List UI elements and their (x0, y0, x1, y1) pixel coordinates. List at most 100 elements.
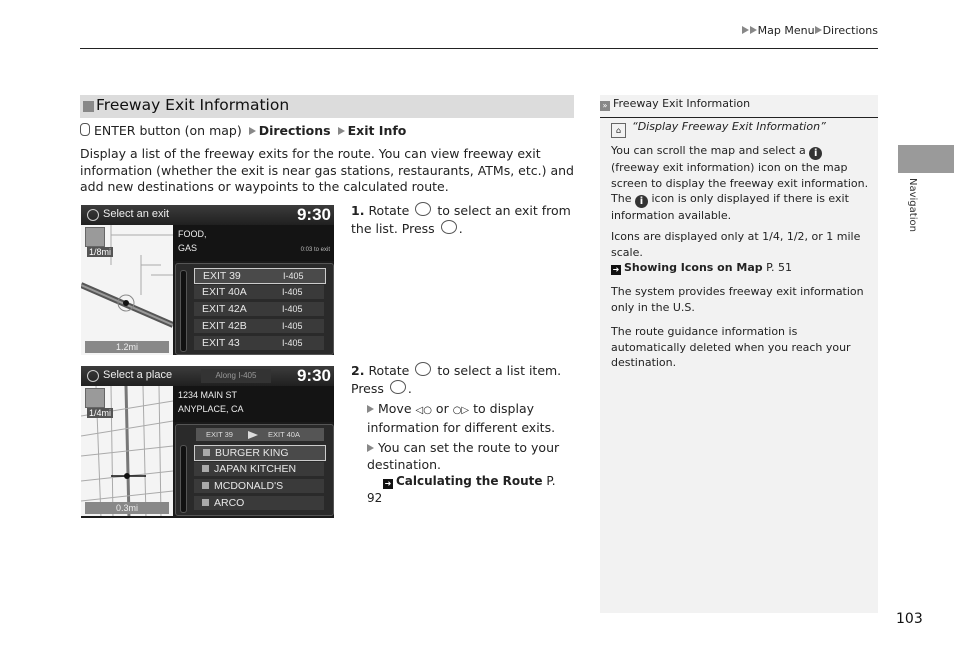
arrow-right-icon (248, 431, 258, 439)
step-text: . (407, 380, 412, 396)
exit-name: EXIT 43 (202, 337, 240, 349)
north-up-icon[interactable] (85, 227, 105, 247)
scrollbar[interactable] (180, 445, 187, 513)
reference-title: Calculating the Route (396, 474, 543, 488)
path-directions: Directions (258, 123, 331, 138)
screenshot-select-exit: Select an exit 9:30 1/8mi 1.2mi FOOD, GA… (81, 205, 334, 355)
arrow-icon (367, 405, 374, 413)
page-number: 103 (896, 611, 923, 627)
sidebar-title: Freeway Exit Information (613, 97, 751, 110)
exit-road: I-405 (282, 287, 303, 297)
interface-dial-rotate-icon (415, 362, 432, 376)
sidebar-notes: » Freeway Exit Information ⌂ “Display Free… (600, 95, 878, 613)
sidebar-paragraph: The route guidance information is automa… (611, 325, 851, 369)
para-text: You can scroll the map and select a (611, 144, 806, 157)
knob-icon (80, 123, 90, 136)
step-text: . (458, 220, 463, 236)
exit-name: EXIT 42A (202, 303, 247, 315)
place-row[interactable]: ARCO (194, 496, 324, 510)
info-line-1: 1234 MAIN ST (178, 390, 238, 400)
place-name: MCDONALD'S (214, 480, 284, 492)
exit-row[interactable]: EXIT 40A I-405 (194, 285, 324, 299)
north-up-icon[interactable] (85, 388, 105, 408)
exit-tabs: EXIT 39 EXIT 40A (196, 428, 324, 441)
intro-text: Display a list of the freeway exits for … (80, 146, 574, 194)
restaurant-icon (203, 449, 210, 456)
map-view: 1/4mi 0.3mi (81, 386, 173, 516)
place-name: JAPAN KITCHEN (214, 463, 297, 475)
sidebar-header: » Freeway Exit Information (600, 97, 878, 118)
tab-exit-from[interactable]: EXIT 39 (206, 428, 233, 441)
scrollbar[interactable] (180, 270, 187, 352)
sidebar-paragraph: You can scroll the map and select a i (f… (611, 143, 869, 224)
place-row[interactable]: MCDONALD'S (194, 479, 324, 493)
arrow-icon (248, 127, 256, 135)
clock: 9:30 (296, 366, 331, 385)
header-divider (80, 48, 878, 49)
exit-row[interactable]: EXIT 42B I-405 (194, 319, 324, 333)
place-info-panel: 1234 MAIN ST ANYPLACE, CA (173, 386, 334, 422)
reference-link[interactable]: ➜ Showing Icons on Map P. 51 (611, 261, 793, 275)
place-name: BURGER KING (215, 447, 289, 459)
section-square-icon (83, 101, 94, 112)
exit-row[interactable]: EXIT 43 I-405 (194, 336, 324, 350)
screen-title-bar: Select a place Along I-405 9:30 (81, 366, 334, 386)
info-icon: i (634, 195, 648, 208)
substep-move: Move ◁○ or ○▷ to display information for… (367, 401, 567, 436)
breadcrumb: Map Menu Directions (741, 24, 878, 37)
section-header: Freeway Exit Information (80, 95, 574, 118)
breadcrumb-directions[interactable]: Directions (823, 24, 878, 37)
reference-page: P. 51 (766, 261, 793, 274)
reference-link[interactable]: ➜ Calculating the Route P. 92 (367, 474, 556, 505)
restaurant-icon (202, 465, 209, 472)
section-title: Freeway Exit Information (96, 96, 290, 114)
step-1: 1. Rotate to select an exit from the lis… (351, 202, 571, 237)
exit-road: I-405 (283, 271, 304, 281)
substep-text: You can set the route to your destinatio… (367, 440, 560, 472)
exit-name: EXIT 42B (202, 320, 247, 332)
chapter-tab-label: Navigation (907, 178, 918, 232)
arrow-icon (814, 26, 822, 34)
step-number: 2. (351, 363, 365, 378)
exit-name: EXIT 39 (203, 270, 241, 282)
exit-row[interactable]: EXIT 39 I-405 (194, 268, 326, 284)
breadcrumb-map-menu[interactable]: Map Menu (758, 24, 815, 37)
dial-right-icon: ○▷ (452, 405, 470, 416)
exit-road: I-405 (282, 321, 303, 331)
exit-row[interactable]: EXIT 42A I-405 (194, 302, 324, 316)
map-footer-scale: 1.2mi (85, 341, 169, 353)
exit-info-panel: FOOD, GAS 0:03 to exit (173, 225, 334, 261)
exit-list: EXIT 39 I-405 EXIT 40A I-405 EXIT 42A I-405… (175, 263, 334, 355)
map-footer-scale: 0.3mi (85, 502, 169, 514)
step-text: Rotate (368, 203, 410, 218)
reference-title: Showing Icons on Map (624, 261, 763, 274)
map-scale: 1/4mi (87, 408, 114, 418)
screen-title-bar: Select an exit 9:30 (81, 205, 334, 225)
screen-title: Select an exit (103, 208, 170, 220)
sidebar-paragraph: Icons are displayed only at 1/4, 1/2, or… (611, 229, 869, 276)
tab-exit-to[interactable]: EXIT 40A (268, 428, 300, 441)
place-row[interactable]: JAPAN KITCHEN (194, 462, 324, 476)
gas-station-icon (202, 499, 209, 506)
step-number: 1. (351, 203, 365, 218)
place-list: EXIT 39 EXIT 40A BURGER KING JAPAN KITCH… (175, 424, 334, 516)
voice-command-text: “Display Freeway Exit Information” (632, 120, 826, 133)
arrow-icon (337, 127, 345, 135)
arrow-icon (749, 26, 757, 34)
chapter-tab[interactable] (898, 145, 954, 173)
map-scale: 1/8mi (87, 247, 114, 257)
screen-title: Select a place (103, 369, 173, 381)
step-text: Rotate (368, 363, 410, 378)
exit-road: I-405 (282, 338, 303, 348)
path-prefix: ENTER button (on map) (94, 123, 242, 138)
reference-arrow-icon: ➜ (383, 479, 393, 489)
reference-arrow-icon: ➜ (611, 265, 621, 275)
place-row[interactable]: BURGER KING (194, 445, 326, 461)
back-icon (87, 209, 99, 221)
info-icon: i (809, 147, 823, 160)
interface-dial-press-icon (389, 379, 406, 394)
arrow-icon (741, 26, 749, 34)
interface-dial-rotate-icon (415, 202, 432, 216)
map-view: 1/8mi 1.2mi (81, 225, 173, 355)
interface-dial-press-icon (440, 219, 457, 234)
